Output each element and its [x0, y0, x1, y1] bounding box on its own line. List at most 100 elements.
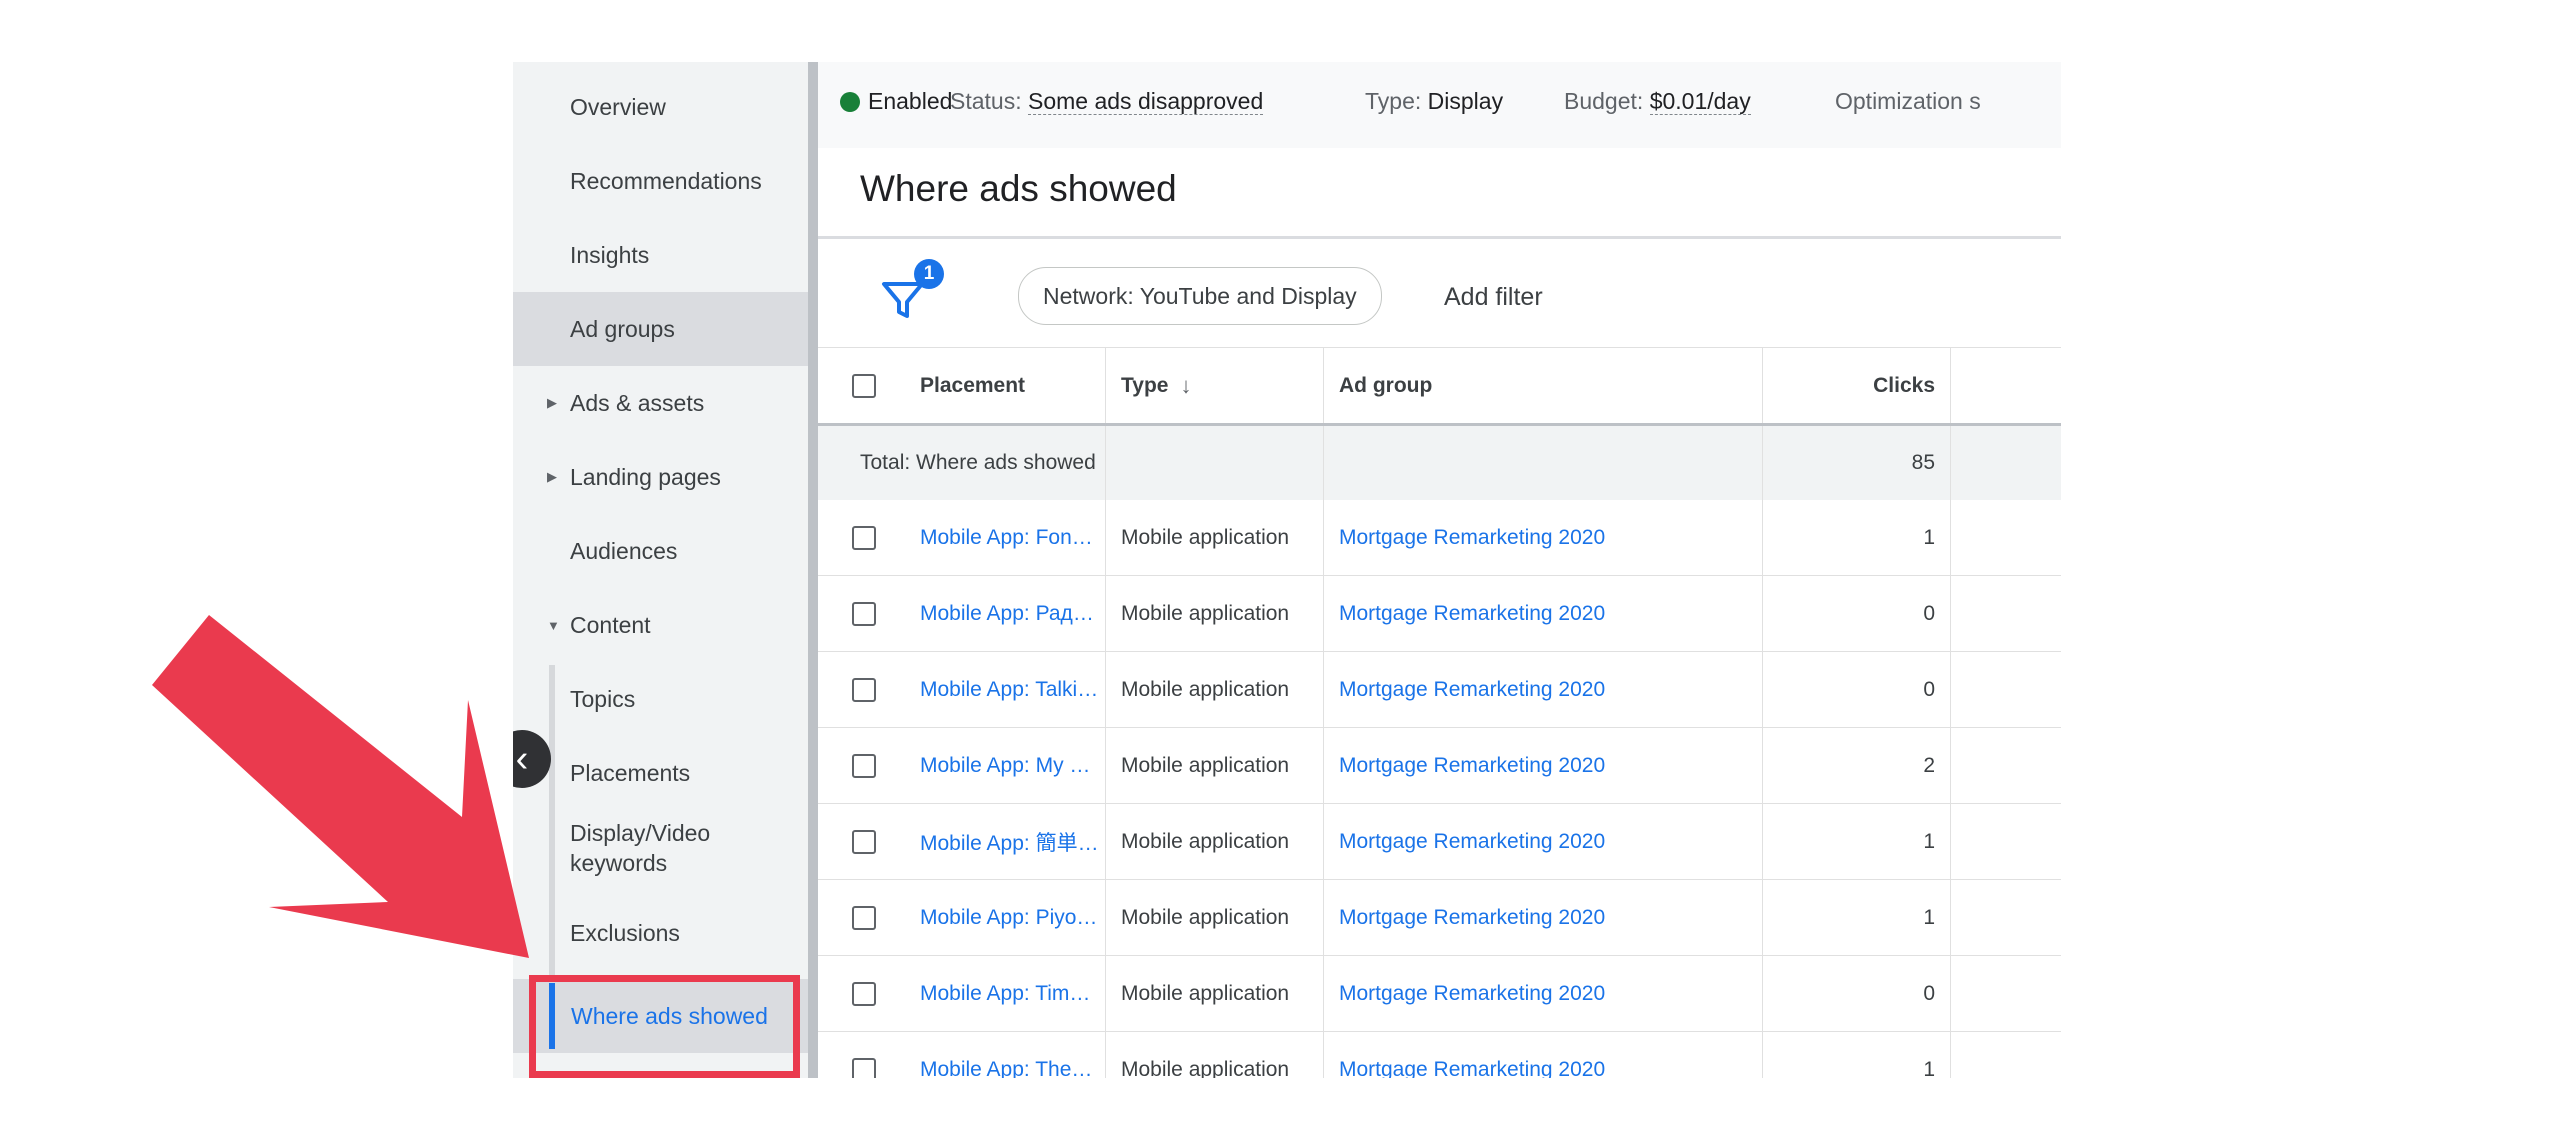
status-value: Some ads disapproved: [1028, 88, 1264, 115]
row-checkbox[interactable]: [851, 981, 876, 1006]
clicks-cell: 1: [1762, 880, 1951, 955]
ad-group-link[interactable]: Mortgage Remarketing 2020: [1323, 500, 1762, 575]
sidebar-item-insights[interactable]: Insights: [513, 218, 808, 292]
ad-group-link[interactable]: Mortgage Remarketing 2020: [1323, 1032, 1762, 1078]
optimization-label: Optimization s: [1835, 88, 1981, 114]
header-placement[interactable]: Placement: [920, 348, 1100, 423]
highlight-annotation-box: [529, 975, 800, 1078]
status-key: Status:: [950, 88, 1022, 114]
placement-link[interactable]: Mobile App: The…: [920, 1032, 1100, 1079]
page-header: Where ads showed: [818, 148, 2061, 239]
sidebar-item-ads-assets[interactable]: ▶ Ads & assets: [513, 366, 808, 440]
placement-link[interactable]: Mobile App: Piyo…: [920, 880, 1100, 955]
row-checkbox[interactable]: [851, 677, 876, 702]
filter-bar: 1 Network: YouTube and Display Add filte…: [818, 239, 2061, 348]
placement-link[interactable]: Mobile App: 簡単…: [920, 804, 1100, 879]
header-type[interactable]: Type ↓: [1105, 348, 1323, 423]
table-header-row: Placement Type ↓ Ad group Clicks: [818, 348, 2061, 426]
placement-link[interactable]: Mobile App: My …: [920, 728, 1100, 803]
placement-link[interactable]: Mobile App: Рад…: [920, 576, 1100, 651]
sidebar-item-label: Ads & assets: [570, 389, 705, 416]
ad-group-link[interactable]: Mortgage Remarketing 2020: [1323, 728, 1762, 803]
ad-group-link[interactable]: Mortgage Remarketing 2020: [1323, 576, 1762, 651]
clicks-cell: 2: [1762, 728, 1951, 803]
placement-link[interactable]: Mobile App: Tim…: [920, 956, 1100, 1031]
page-title: Where ads showed: [860, 168, 1177, 209]
optimization-score[interactable]: Optimization s: [1835, 88, 1981, 115]
total-ad-group: [1323, 426, 1762, 500]
row-checkbox-cell: [818, 880, 891, 955]
table-row[interactable]: Mobile App: Talki… Mobile application Mort…: [818, 652, 2061, 728]
caret-down-icon: ▼: [547, 617, 560, 633]
type-cell: Mobile application: [1105, 1032, 1323, 1078]
row-checkbox-cell: [818, 652, 891, 727]
type-cell: Mobile application: [1105, 804, 1323, 879]
google-ads-panel: Overview Recommendations Insights Ad gro…: [513, 62, 2061, 1078]
type-cell: Mobile application: [1105, 652, 1323, 727]
sidebar-item-landing-pages[interactable]: ▶ Landing pages: [513, 440, 808, 514]
sidebar-item-recommendations[interactable]: Recommendations: [513, 144, 808, 218]
type-cell: Mobile application: [1105, 880, 1323, 955]
sidebar-item-label: Landing pages: [570, 463, 721, 490]
sidebar-item-label: Audiences: [570, 537, 678, 564]
caret-right-icon: ▶: [547, 395, 557, 410]
budget[interactable]: Budget: $0.01/day: [1564, 88, 1751, 115]
ad-group-link[interactable]: Mortgage Remarketing 2020: [1323, 880, 1762, 955]
table-row[interactable]: Mobile App: Fon… Mobile application Mortga…: [818, 500, 2061, 576]
type-cell: Mobile application: [1105, 728, 1323, 803]
sidebar-item-label: Topics: [570, 685, 636, 712]
sidebar-item-exclusions[interactable]: Exclusions: [513, 896, 808, 970]
sidebar-item-overview[interactable]: Overview: [513, 70, 808, 144]
row-checkbox[interactable]: [851, 1057, 876, 1078]
row-checkbox[interactable]: [851, 525, 876, 550]
sidebar-item-display-video-keywords[interactable]: Display/Video keywords: [513, 810, 808, 896]
sidebar-item-ad-groups[interactable]: Ad groups: [513, 292, 808, 366]
total-clicks: 85: [1762, 426, 1951, 500]
select-all-checkbox[interactable]: [851, 373, 876, 398]
enabled-status[interactable]: Enabled: [840, 88, 952, 115]
budget-key: Budget:: [1564, 88, 1644, 114]
table-row[interactable]: Mobile App: My … Mobile application Mortga…: [818, 728, 2061, 804]
select-all-cell: [818, 348, 891, 423]
header-type-label: Type: [1121, 373, 1169, 397]
sidebar-item-placements[interactable]: Placements: [513, 736, 808, 810]
budget-value: $0.01/day: [1649, 88, 1751, 115]
ad-status[interactable]: Status: Some ads disapproved: [950, 88, 1264, 115]
sidebar-item-topics[interactable]: Topics: [513, 662, 808, 736]
table-row[interactable]: Mobile App: The… Mobile application Mortga…: [818, 1032, 2061, 1078]
type-value: Display: [1427, 88, 1504, 114]
table-row[interactable]: Mobile App: Tim… Mobile application Mortga…: [818, 956, 2061, 1032]
campaign-type: Type: Display: [1365, 88, 1503, 115]
ad-group-link[interactable]: Mortgage Remarketing 2020: [1323, 956, 1762, 1031]
row-checkbox-cell: [818, 728, 891, 803]
row-checkbox[interactable]: [851, 753, 876, 778]
total-row: Total: Where ads showed 85: [818, 426, 2061, 501]
clicks-cell: 1: [1762, 804, 1951, 879]
network-filter-chip[interactable]: Network: YouTube and Display: [1018, 267, 1382, 325]
header-ad-group[interactable]: Ad group: [1323, 348, 1762, 423]
table-row[interactable]: Mobile App: Рад… Mobile application Mortga…: [818, 576, 2061, 652]
row-checkbox[interactable]: [851, 601, 876, 626]
sidebar-item-label: Content: [570, 611, 651, 638]
type-cell: Mobile application: [1105, 500, 1323, 575]
placement-link[interactable]: Mobile App: Talki…: [920, 652, 1100, 727]
placement-link[interactable]: Mobile App: Fon…: [920, 500, 1100, 575]
caret-right-icon: ▶: [547, 469, 557, 484]
total-type: [1105, 426, 1323, 500]
ad-group-link[interactable]: Mortgage Remarketing 2020: [1323, 652, 1762, 727]
clicks-cell: 0: [1762, 652, 1951, 727]
sidebar-item-audiences[interactable]: Audiences: [513, 514, 808, 588]
main-content: Enabled Status: Some ads disapproved Typ…: [818, 62, 2061, 1078]
campaign-status-bar: Enabled Status: Some ads disapproved Typ…: [818, 62, 2061, 149]
row-checkbox[interactable]: [851, 829, 876, 854]
sidebar-item-label: Ad groups: [570, 315, 675, 342]
table-row[interactable]: Mobile App: 簡単… Mobile application Mortgag…: [818, 804, 2061, 880]
header-clicks[interactable]: Clicks: [1762, 348, 1951, 423]
sidebar-divider[interactable]: [808, 62, 818, 1078]
sidebar-item-content[interactable]: ▼ Content: [513, 588, 808, 662]
filter-count-badge: 1: [914, 259, 944, 289]
add-filter-button[interactable]: Add filter: [1444, 283, 1543, 312]
table-row[interactable]: Mobile App: Piyo… Mobile application Mortg…: [818, 880, 2061, 956]
row-checkbox[interactable]: [851, 905, 876, 930]
ad-group-link[interactable]: Mortgage Remarketing 2020: [1323, 804, 1762, 879]
